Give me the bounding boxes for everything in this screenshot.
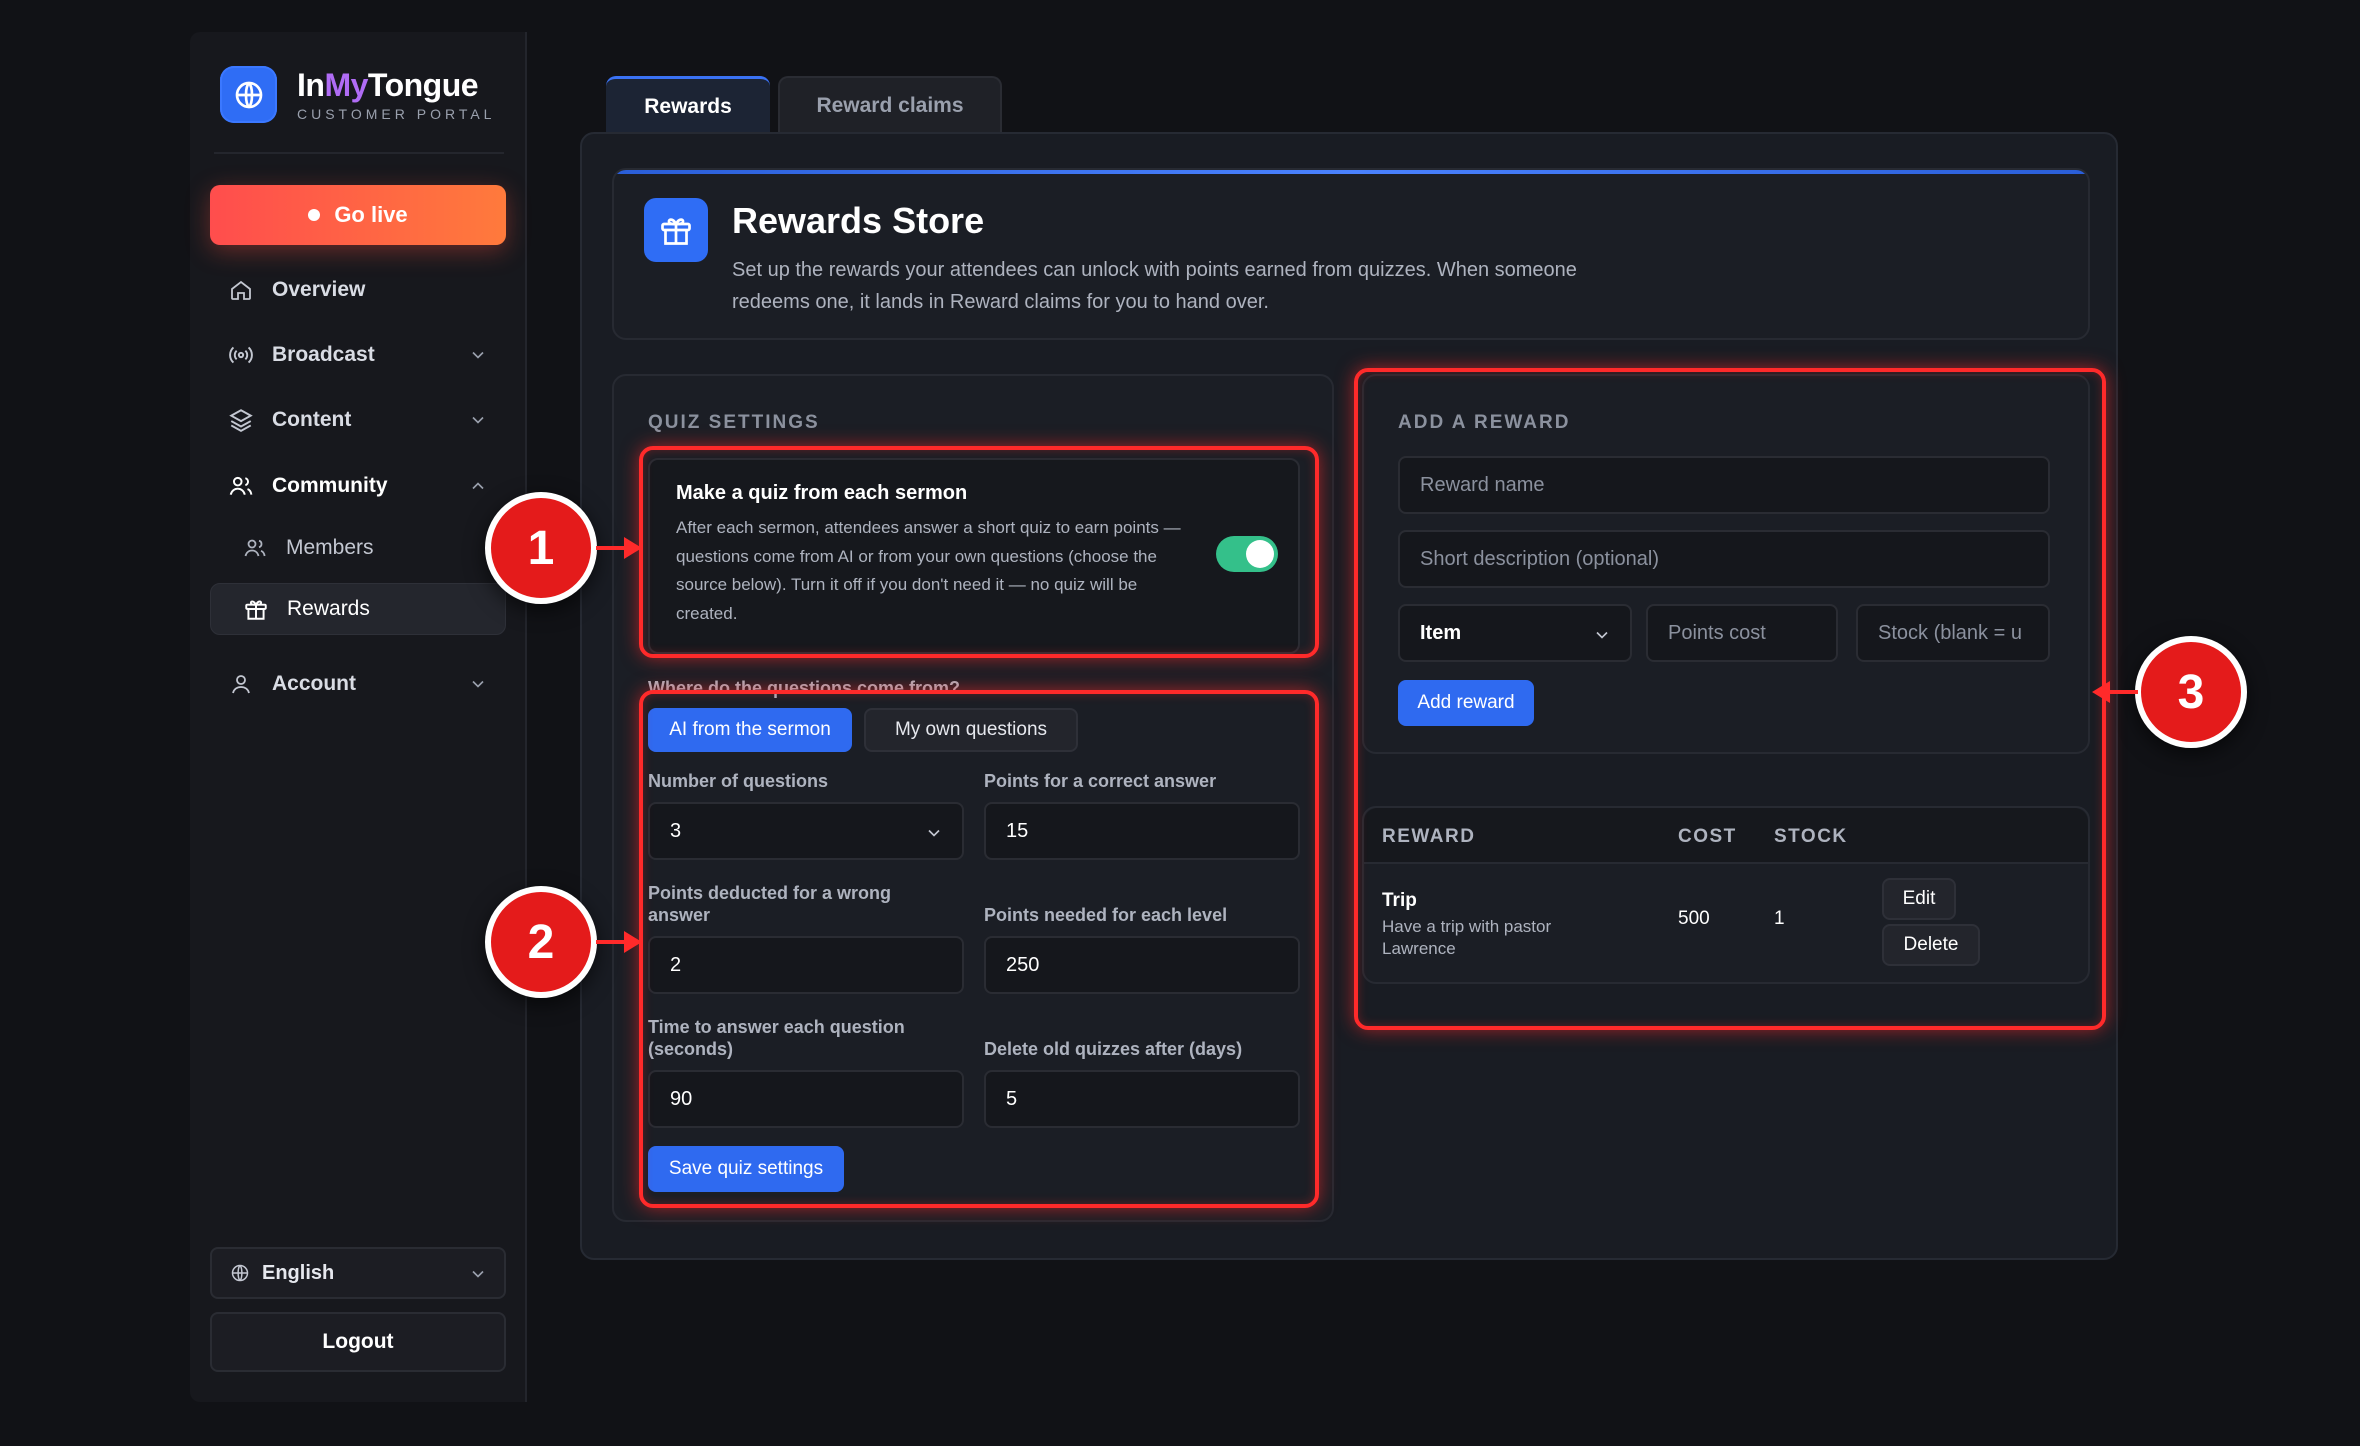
tab-rewards[interactable]: Rewards: [606, 76, 770, 134]
user-icon: [228, 671, 254, 697]
page-title: Rewards Store: [732, 200, 985, 241]
chevron-down-icon: [472, 351, 484, 359]
sidebar-item-rewards[interactable]: Rewards: [210, 583, 506, 635]
sidebar-item-community[interactable]: Community: [210, 460, 506, 512]
go-live-button[interactable]: Go live: [210, 185, 506, 245]
sidebar: InMyTongue CUSTOMER PORTAL Go live Overv…: [190, 32, 527, 1402]
chevron-down-icon: [472, 416, 484, 424]
arrow-head-icon: [2092, 681, 2110, 703]
layers-icon: [228, 407, 254, 433]
home-icon: [228, 277, 254, 303]
sidebar-item-account[interactable]: Account: [210, 658, 506, 710]
callout-badge-1: 1: [485, 492, 597, 604]
globe-icon: [220, 66, 277, 123]
sidebar-item-label: Rewards: [287, 597, 370, 620]
page-description: Set up the rewards your attendees can un…: [732, 259, 1577, 313]
callout-arrow-3: [2108, 690, 2138, 694]
accent-line: [614, 170, 2088, 174]
sidebar-item-label: Community: [272, 474, 388, 497]
sidebar-item-label: Content: [272, 408, 352, 431]
callout-arrow-1: [596, 546, 626, 550]
language-select[interactable]: English: [210, 1247, 506, 1299]
tab-reward-claims[interactable]: Reward claims: [778, 76, 1002, 134]
rewards-store-header: Rewards Store Set up the rewards your at…: [612, 168, 2090, 340]
logout-button[interactable]: Logout: [210, 1312, 506, 1372]
section-title: QUIZ SETTINGS: [648, 412, 820, 433]
sidebar-item-label: Broadcast: [272, 343, 375, 366]
highlight-box-3: [1354, 368, 2106, 1030]
users-icon: [242, 535, 268, 561]
divider: [214, 152, 504, 154]
sidebar-item-label: Account: [272, 672, 356, 695]
sidebar-item-content[interactable]: Content: [210, 394, 506, 446]
go-live-label: Go live: [334, 202, 408, 227]
live-dot-icon: [308, 209, 321, 221]
highlight-box-2: [639, 690, 1319, 1208]
broadcast-icon: [228, 342, 254, 368]
sidebar-item-broadcast[interactable]: Broadcast: [210, 329, 506, 381]
sidebar-item-members[interactable]: Members: [224, 522, 506, 574]
gift-icon: [243, 596, 269, 622]
callout-badge-3: 3: [2135, 636, 2247, 748]
brand-subtitle: CUSTOMER PORTAL: [297, 106, 496, 122]
sidebar-item-label: Overview: [272, 278, 366, 301]
language-label: English: [262, 1261, 335, 1284]
arrow-head-icon: [624, 931, 642, 953]
sidebar-item-overview[interactable]: Overview: [210, 264, 506, 316]
highlight-box-1: [639, 446, 1319, 658]
brand[interactable]: InMyTongue CUSTOMER PORTAL: [220, 66, 495, 123]
sidebar-item-label: Members: [286, 536, 374, 559]
arrow-head-icon: [624, 537, 642, 559]
gift-icon: [644, 198, 708, 262]
chevron-down-icon: [472, 1270, 484, 1278]
brand-name: InMyTongue: [297, 67, 479, 103]
globe-icon: [231, 1264, 249, 1282]
callout-badge-2: 2: [485, 886, 597, 998]
callout-arrow-2: [596, 940, 626, 944]
chevron-up-icon: [472, 482, 484, 490]
chevron-down-icon: [472, 680, 484, 688]
users-icon: [228, 473, 254, 499]
